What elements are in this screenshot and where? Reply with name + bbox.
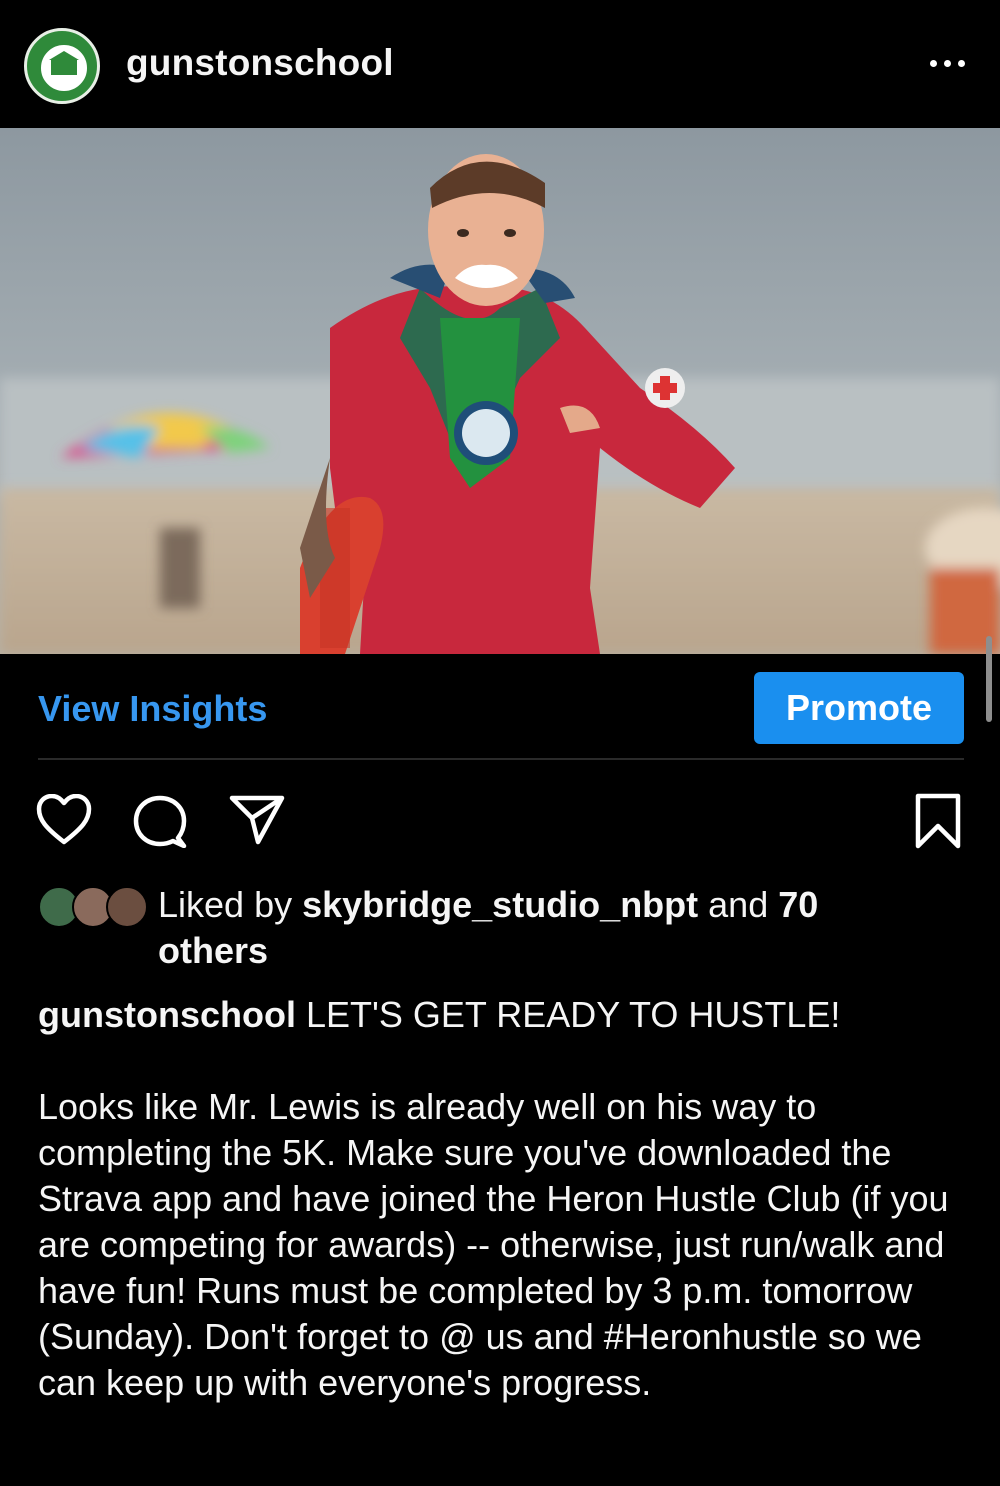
post-username[interactable]: gunstonschool: [126, 42, 394, 84]
post-photo[interactable]: [0, 128, 1000, 654]
likes-text[interactable]: Liked by skybridge_studio_nbpt and 70 oth…: [158, 882, 958, 974]
promote-button[interactable]: Promote: [754, 672, 964, 744]
post-header: gunstonschool: [0, 0, 1000, 128]
caption-headline: LET'S GET READY TO HUSTLE!: [306, 994, 841, 1035]
view-insights-link[interactable]: View Insights: [38, 688, 267, 730]
divider: [38, 758, 964, 760]
post-actions: [0, 780, 1000, 860]
bookmark-icon[interactable]: [914, 792, 962, 850]
heart-icon[interactable]: [36, 794, 92, 846]
liker-username[interactable]: skybridge_studio_nbpt: [302, 884, 698, 925]
more-horizontal-icon[interactable]: [926, 54, 970, 74]
liker-avatars[interactable]: [38, 886, 148, 930]
profile-avatar[interactable]: [24, 28, 100, 104]
avatar: [106, 886, 148, 928]
school-seal-icon: [39, 43, 89, 93]
caption-body: Looks like Mr. Lewis is already well on …: [38, 1086, 949, 1403]
comment-icon[interactable]: [132, 794, 188, 848]
post-caption: gunstonschool LET'S GET READY TO HUSTLE!…: [38, 992, 968, 1406]
lifeguard-photo: [0, 128, 1000, 654]
caption-username[interactable]: gunstonschool: [38, 994, 296, 1035]
share-icon[interactable]: [228, 794, 286, 846]
